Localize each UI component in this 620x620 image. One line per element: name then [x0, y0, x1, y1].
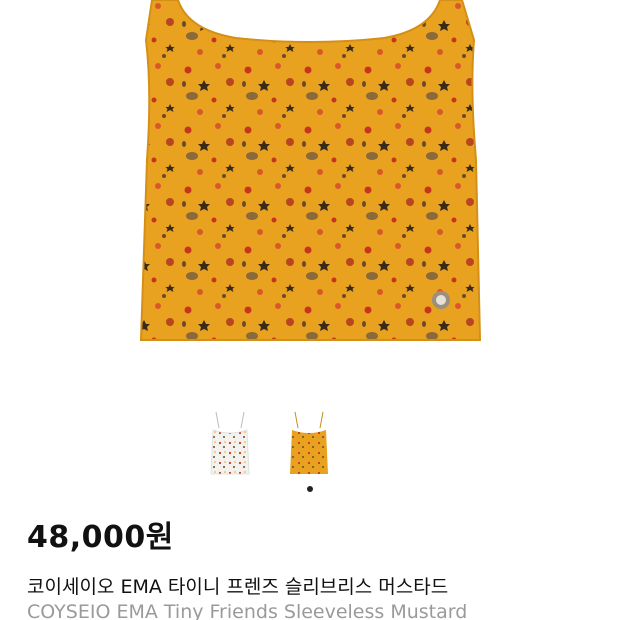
product-title-korean: 코이세이오 EMA 타이니 프렌즈 슬리브리스 머스타드: [27, 576, 449, 598]
thumbnail-white[interactable]: [207, 410, 253, 476]
carousel-indicator-dot[interactable]: [307, 486, 313, 492]
thumbnail-strip: [0, 410, 620, 480]
product-price: 48,000원: [27, 520, 174, 555]
product-page: 48,000원 코이세이오 EMA 타이니 프렌즈 슬리브리스 머스타드 COY…: [0, 0, 620, 620]
product-title-english: COYSEIO EMA Tiny Friends Sleeveless Must…: [27, 601, 468, 620]
thumbnail-mustard[interactable]: [286, 410, 332, 476]
main-product-image[interactable]: [0, 0, 620, 395]
